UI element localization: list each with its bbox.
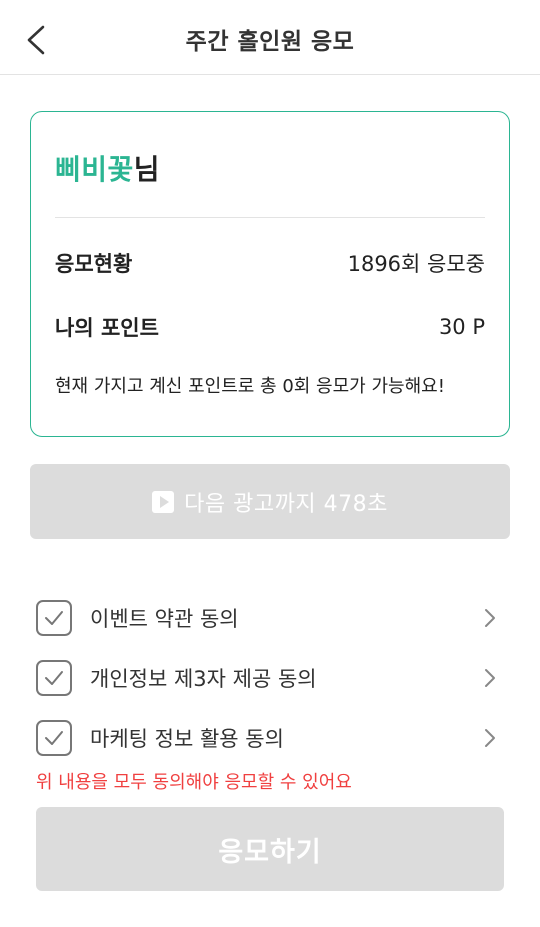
checkbox-marketing[interactable] [36,720,72,756]
agreement-warning: 위 내용을 모두 동의해야 응모할 수 있어요 [36,772,352,793]
user-suffix: 님 [133,153,161,186]
submit-label: 응모하기 [218,836,322,868]
points-value: 30 P [438,315,485,339]
entry-status-label: 응모현황 [55,252,133,276]
check-icon [45,671,63,685]
points-row: 나의 포인트 30 P [55,312,485,342]
watch-ad-button[interactable]: 다음 광고까지 478초 [30,464,510,539]
agreement-label: 이벤트 약관 동의 [90,607,239,631]
card-divider [55,217,485,218]
agreement-event-terms[interactable]: 이벤트 약관 동의 [36,598,506,638]
check-icon [45,731,63,745]
chevron-right-icon[interactable] [480,726,500,750]
user-name: 삐비꽃 [55,153,134,186]
chevron-right-icon[interactable] [480,666,500,690]
ad-countdown-label: 다음 광고까지 478초 [184,491,388,517]
points-label: 나의 포인트 [55,316,159,340]
submit-entry-button[interactable]: 응모하기 [36,807,504,891]
entry-status-card: 삐비꽃님 응모현황 1896회 응모중 나의 포인트 30 P 현재 가지고 계… [30,111,510,437]
agreement-label: 개인정보 제3자 제공 동의 [90,667,317,691]
entry-status-row: 응모현황 1896회 응모중 [55,248,485,278]
check-icon [45,611,63,625]
user-greeting: 삐비꽃님 [55,148,160,188]
checkbox-event-terms[interactable] [36,600,72,636]
entry-status-value: 1896회 응모중 [347,252,485,276]
play-icon [152,490,175,513]
chevron-right-icon[interactable] [480,606,500,630]
page: 주간 홀인원 응모 삐비꽃님 응모현황 1896회 응모중 나의 포인트 30 … [0,0,540,927]
agreement-marketing[interactable]: 마케팅 정보 활용 동의 [36,718,506,758]
checkbox-third-party[interactable] [36,660,72,696]
agreement-label: 마케팅 정보 활용 동의 [90,727,284,751]
agreement-third-party[interactable]: 개인정보 제3자 제공 동의 [36,658,506,698]
page-title: 주간 홀인원 응모 [185,29,355,55]
header: 주간 홀인원 응모 [0,0,540,75]
available-entries-note: 현재 가지고 계신 포인트로 총 0회 응모가 가능해요! [55,376,445,397]
